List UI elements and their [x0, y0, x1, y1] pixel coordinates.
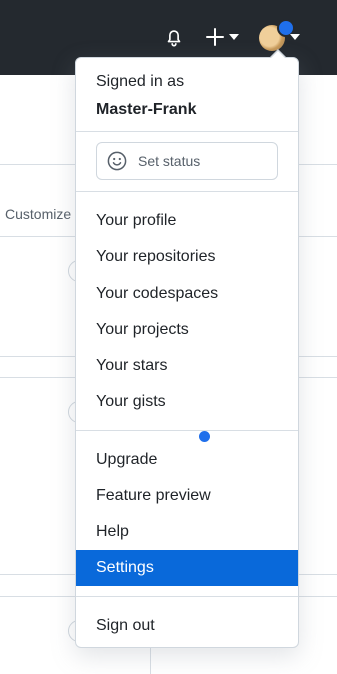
menu-divider [76, 596, 298, 597]
menu-item-your-stars[interactable]: Your stars [76, 348, 298, 384]
username: Master-Frank [96, 101, 197, 118]
menu-item-feature-preview[interactable]: Feature preview [76, 478, 298, 514]
bell-icon[interactable] [163, 25, 185, 49]
menu-item-your-repositories[interactable]: Your repositories [76, 239, 298, 275]
menu-item-your-gists[interactable]: Your gists [76, 384, 298, 420]
set-status-label: Set status [138, 153, 201, 169]
menu-divider [76, 430, 298, 431]
chevron-down-icon[interactable] [229, 34, 239, 40]
menu-item-help[interactable]: Help [76, 514, 298, 550]
dropdown-caret-fill [271, 51, 285, 58]
avatar-chevron-down-icon[interactable] [290, 34, 300, 40]
menu-item-your-projects[interactable]: Your projects [76, 312, 298, 348]
signed-in-label: Signed in as [96, 73, 185, 90]
smiley-icon [107, 151, 127, 171]
menu-item-upgrade[interactable]: Upgrade [76, 442, 298, 478]
customize-label[interactable]: Customize [5, 206, 71, 222]
set-status-button[interactable]: Set status [96, 142, 278, 180]
menu-item-sign-out[interactable]: Sign out [76, 608, 298, 644]
menu-divider [76, 191, 298, 192]
user-dropdown-menu: Signed in as Master-Frank Set status You… [75, 57, 299, 648]
menu-item-your-profile[interactable]: Your profile [76, 203, 298, 239]
page-divider [150, 648, 151, 674]
menu-divider [76, 131, 298, 132]
menu-item-your-codespaces[interactable]: Your codespaces [76, 276, 298, 312]
menu-item-settings[interactable]: Settings [76, 550, 298, 586]
plus-icon[interactable] [205, 27, 225, 47]
feature-preview-dot-icon [199, 431, 210, 442]
